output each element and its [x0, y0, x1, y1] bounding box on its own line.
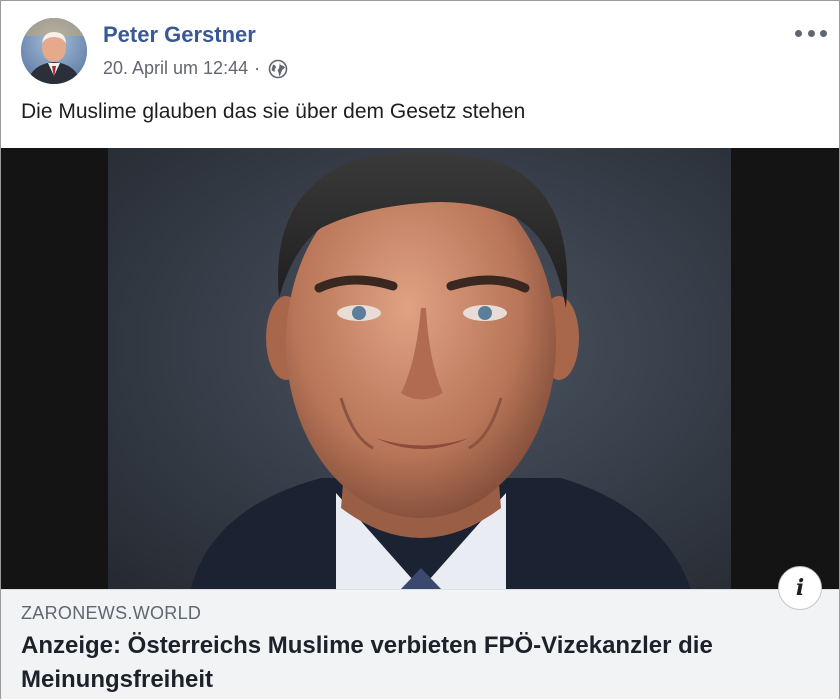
post-meta: 20. April um 12:44 ·: [103, 58, 288, 79]
more-options-icon[interactable]: [795, 23, 827, 43]
link-headline[interactable]: Anzeige: Österreichs Muslime verbieten F…: [21, 629, 821, 697]
post-timestamp[interactable]: 20. April um 12:44: [103, 58, 248, 79]
post-message: Die Muslime glauben das sie über dem Ges…: [21, 100, 526, 123]
link-domain: ZARONEWS.WORLD: [21, 603, 202, 623]
author-avatar[interactable]: [21, 18, 87, 84]
link-preview-image[interactable]: [1, 148, 839, 589]
more-dot: [795, 29, 802, 37]
avatar-image: [21, 18, 87, 84]
author-name-link[interactable]: Peter Gerstner: [103, 22, 256, 48]
portrait-photo: [1, 148, 839, 589]
meta-separator: ·: [254, 58, 261, 78]
facebook-post: Peter Gerstner 20. April um 12:44 · Die …: [0, 0, 840, 699]
info-icon[interactable]: i: [778, 566, 822, 610]
more-dot: [820, 29, 827, 37]
link-preview-caption[interactable]: ZARONEWS.WORLD Anzeige: Österreichs Musl…: [1, 589, 839, 699]
more-dot: [807, 29, 815, 37]
globe-icon[interactable]: [268, 59, 288, 79]
